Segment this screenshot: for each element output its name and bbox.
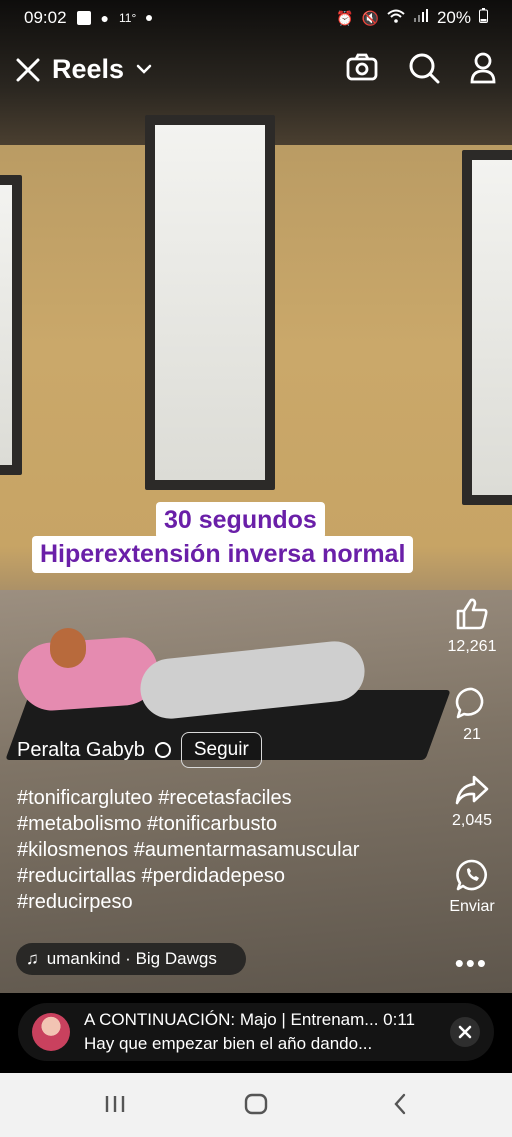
search-icon[interactable] — [408, 52, 440, 84]
more-options-icon[interactable]: ••• — [455, 948, 488, 979]
video-caption-line1: 30 segundos — [156, 502, 325, 539]
system-nav-bar — [0, 1073, 512, 1137]
mute-icon: 🔇 — [361, 9, 379, 26]
next-up-description: Hay que empezar bien el año dando... — [84, 1034, 373, 1053]
hashtag-line[interactable]: #tonificargluteo #recetasfaciles — [17, 785, 437, 811]
page-title[interactable]: Reels — [52, 54, 124, 85]
signal-icon — [413, 8, 429, 28]
next-up-title: A CONTINUACIÓN: Majo | Entrenam... 0:11 — [84, 1010, 415, 1029]
gallery-notification-icon — [76, 11, 91, 25]
like-button[interactable]: 12,261 — [432, 596, 512, 656]
battery-icon — [479, 8, 488, 28]
recent-apps-icon[interactable] — [100, 1089, 130, 1119]
back-icon[interactable] — [386, 1089, 416, 1119]
status-temperature: 11° — [119, 11, 137, 25]
avatar — [32, 1013, 70, 1051]
close-icon — [458, 1025, 472, 1039]
wifi-icon — [387, 8, 405, 28]
reels-header: Reels — [0, 48, 512, 98]
video-person-head — [50, 628, 86, 668]
follow-button[interactable]: Seguir — [180, 732, 262, 768]
battery-percent: 20% — [436, 8, 471, 27]
status-time: 09:02 — [24, 8, 67, 27]
share-arrow-icon — [455, 775, 489, 805]
thumbs-up-icon — [456, 598, 488, 630]
video-window-right — [462, 150, 512, 505]
video-caption-line2: Hiperextensión inversa normal — [32, 536, 414, 573]
share-count: 2,045 — [451, 812, 493, 829]
hashtag-line[interactable]: #reducirtallas #perdidadepeso — [17, 863, 437, 889]
whatsapp-icon — [456, 859, 487, 891]
author-name[interactable]: Peralta Gabyb — [17, 739, 145, 762]
post-description[interactable]: #tonificargluteo #recetasfaciles #metabo… — [17, 785, 437, 915]
video-person-torso — [15, 635, 161, 713]
snapchat-notification-icon: ● — [100, 10, 110, 26]
video-window-left — [0, 175, 22, 475]
hashtag-line[interactable]: #kilosmenos #aumentarmasamuscular — [17, 837, 437, 863]
author-row: Peralta Gabyb Seguir — [17, 732, 262, 768]
video-window-center — [145, 115, 275, 490]
music-pill[interactable]: ♫ umankind · Big Dawgs — [16, 943, 246, 975]
send-whatsapp-button[interactable]: Enviar — [432, 858, 512, 916]
close-icon[interactable] — [14, 56, 42, 84]
send-label: Enviar — [449, 898, 495, 915]
profile-icon[interactable] — [470, 52, 496, 84]
hashtag-line[interactable]: #metabolismo #tonificarbusto — [17, 811, 437, 837]
comment-button[interactable]: 21 — [432, 686, 512, 744]
music-note-icon: ♫ — [26, 949, 39, 968]
hashtag-line[interactable]: #reducirpeso — [17, 889, 437, 915]
like-count: 12,261 — [447, 638, 497, 655]
home-icon[interactable] — [241, 1089, 271, 1119]
camera-icon[interactable] — [346, 52, 378, 84]
next-up-card[interactable]: A CONTINUACIÓN: Majo | Entrenam... 0:11 … — [18, 1003, 494, 1061]
chevron-down-icon[interactable] — [136, 62, 152, 80]
more-notifications-icon — [146, 15, 153, 21]
alarm-icon: ⏰ — [336, 9, 354, 26]
music-label: umankind · Big Dawgs — [46, 949, 217, 968]
comment-icon — [455, 687, 484, 719]
share-button[interactable]: 2,045 — [432, 774, 512, 830]
close-next-button[interactable] — [450, 1017, 480, 1047]
globe-icon — [154, 742, 171, 758]
comment-count: 21 — [463, 726, 481, 743]
status-bar: 09:02 ● 11° ⏰ 🔇 20% — [0, 0, 512, 36]
